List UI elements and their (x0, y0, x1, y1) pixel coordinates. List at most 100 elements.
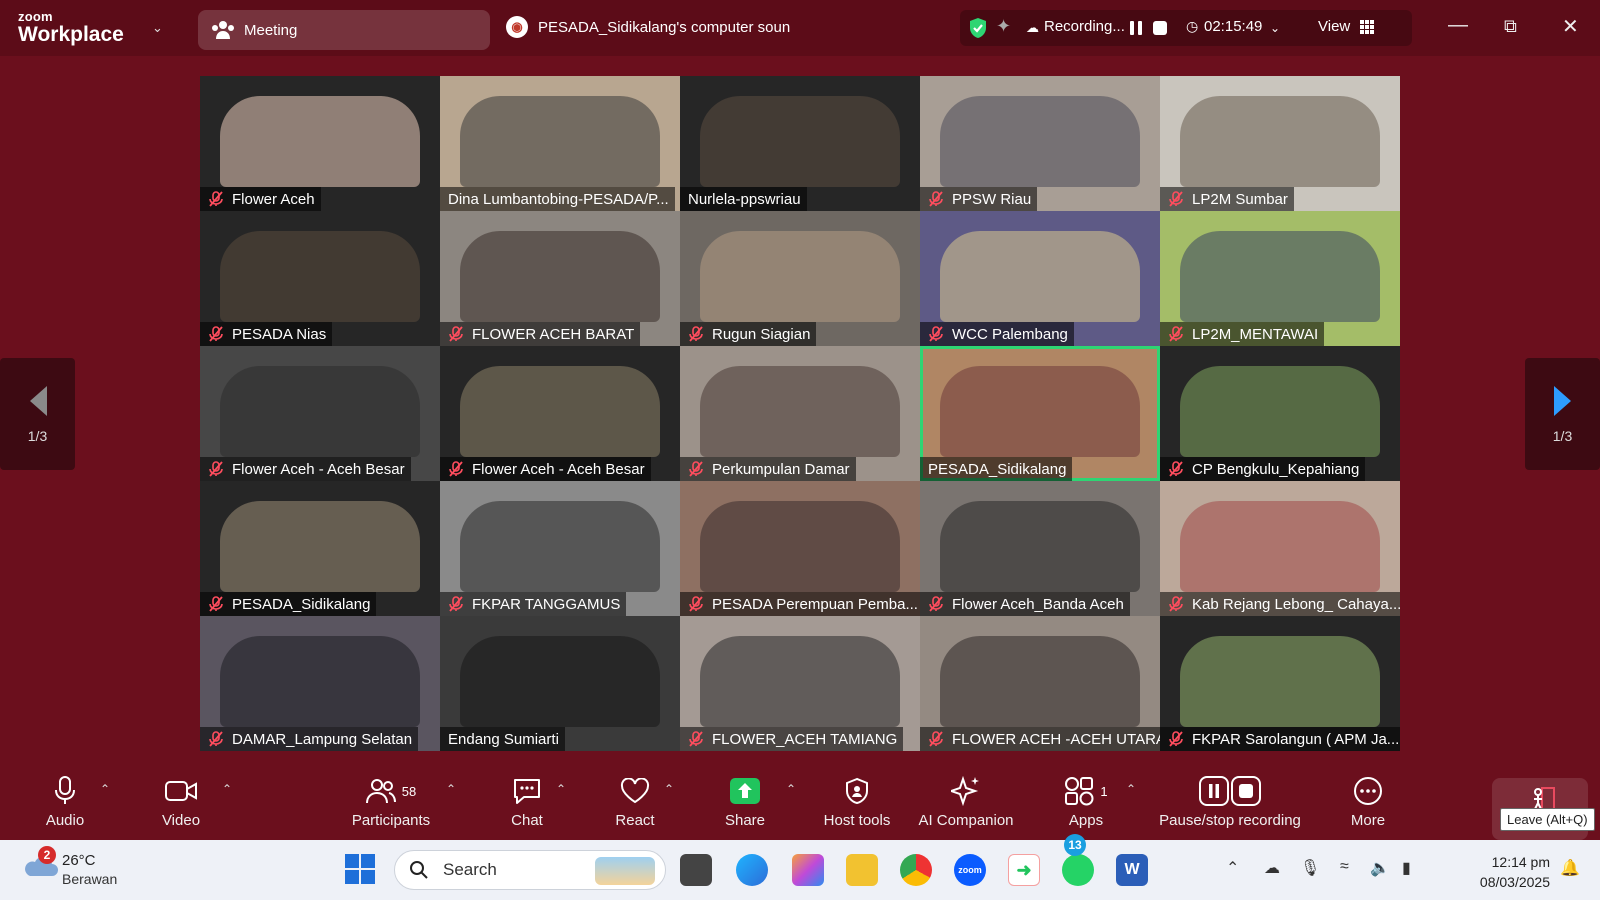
participant-video-tile[interactable]: DAMAR_Lampung Selatan (200, 616, 440, 751)
apps-button[interactable]: 1 Apps (1031, 774, 1141, 829)
arrow-right-icon (1553, 386, 1571, 416)
participant-video-tile[interactable]: Flower Aceh - Aceh Besar (200, 346, 440, 481)
participant-video-tile[interactable]: FKPAR TANGGAMUS (440, 481, 680, 616)
video-feed (460, 501, 660, 592)
grid-view-icon[interactable] (1360, 20, 1374, 34)
battery-icon[interactable]: ▮ (1402, 858, 1411, 878)
muted-microphone-icon (209, 461, 223, 477)
taskbar-search[interactable]: Search (394, 850, 666, 890)
screen-share-indicator[interactable]: ◉ PESADA_Sidikalang's computer soun (506, 16, 790, 38)
participant-video-tile[interactable]: Endang Sumiarti (440, 616, 680, 751)
participant-name-label: CP Bengkulu_Kepahiang (1160, 457, 1366, 481)
participant-video-tile[interactable]: Flower Aceh - Aceh Besar (440, 346, 680, 481)
participant-video-tile[interactable]: LP2M_MENTAWAI (1160, 211, 1400, 346)
video-feed (460, 366, 660, 457)
muted-microphone-icon (209, 326, 223, 342)
video-gallery: Flower Aceh Dina Lumbantobing-PESADA/P...… (200, 76, 1400, 751)
onedrive-cloud-icon[interactable]: ☁ (1264, 858, 1280, 878)
pause-recording-icon[interactable] (1128, 20, 1144, 36)
participant-video-tile[interactable]: FLOWER ACEH BARAT (440, 211, 680, 346)
host-tools-button[interactable]: Host tools (802, 774, 912, 829)
leave-tooltip: Leave (Alt+Q) (1500, 808, 1595, 831)
next-page-button[interactable]: 1/3 (1525, 358, 1600, 470)
zoom-share-taskbar-icon[interactable]: ➜ (1008, 854, 1040, 886)
chevron-down-icon[interactable]: ⌄ (152, 20, 163, 36)
video-options-chevron-icon[interactable]: ⌃ (222, 782, 232, 796)
audio-options-chevron-icon[interactable]: ⌃ (100, 782, 110, 796)
whatsapp-icon[interactable] (1062, 854, 1094, 886)
participant-name: Flower Aceh (232, 190, 315, 208)
participant-video-tile[interactable]: PPSW Riau (920, 76, 1160, 211)
restore-icon[interactable]: ⧉ (1504, 16, 1517, 37)
search-icon (410, 861, 428, 879)
participant-video-tile[interactable]: Flower Aceh (200, 76, 440, 211)
participant-video-tile[interactable]: FKPAR Sarolangun ( APM Ja... (1160, 616, 1400, 751)
notifications-bell-icon[interactable]: 🔔 (1560, 858, 1580, 878)
video-feed (940, 501, 1140, 592)
muted-microphone-icon (449, 596, 463, 612)
more-dots-icon (1354, 777, 1382, 805)
shield-check-icon[interactable] (968, 17, 988, 39)
word-icon[interactable]: W (1116, 854, 1148, 886)
meeting-timer: 02:15:49 (1204, 18, 1263, 35)
participant-video-tile[interactable]: Flower Aceh_Banda Aceh (920, 481, 1160, 616)
video-feed (1180, 501, 1380, 592)
wifi-icon[interactable]: ≈ (1340, 858, 1349, 876)
video-feed (700, 231, 900, 322)
participant-video-tile[interactable]: Dina Lumbantobing-PESADA/P... (440, 76, 680, 211)
zoom-taskbar-icon[interactable]: zoom (954, 854, 986, 886)
participant-name: PESADA Nias (232, 325, 327, 343)
muted-microphone-icon (1169, 326, 1183, 342)
meeting-tab[interactable]: Meeting (198, 10, 490, 50)
weather-widget[interactable]: 2 26°C Berawan (22, 846, 117, 887)
sparkle-icon[interactable]: ✦ (996, 16, 1011, 37)
share-button[interactable]: Share (690, 774, 800, 829)
show-hidden-icons-chevron-icon[interactable]: ⌃ (1226, 858, 1239, 878)
muted-microphone-icon (689, 596, 703, 612)
copilot-icon[interactable] (792, 854, 824, 886)
system-clock[interactable]: 12:14 pm 08/03/2025 (1464, 852, 1550, 892)
participant-video-tile[interactable]: Nurlela-ppswriau (680, 76, 920, 211)
video-button[interactable]: Video (126, 774, 236, 829)
participant-video-tile[interactable]: FLOWER ACEH -ACEH UTARA (920, 616, 1160, 751)
view-button[interactable]: View (1318, 18, 1350, 35)
participant-video-tile[interactable]: PESADA_Sidikalang (920, 346, 1160, 481)
participant-video-tile[interactable]: CP Bengkulu_Kepahiang (1160, 346, 1400, 481)
microphone-tray-icon[interactable]: 🎙 (1300, 858, 1320, 878)
edge-browser-icon[interactable] (736, 854, 768, 886)
participants-chevron-icon[interactable]: ⌃ (446, 782, 456, 796)
close-icon[interactable]: ✕ (1562, 14, 1579, 39)
page-indicator-right: 1/3 (1552, 428, 1573, 444)
ai-companion-button[interactable]: AI Companion (911, 774, 1021, 829)
participant-video-tile[interactable]: Perkumpulan Damar (680, 346, 920, 481)
participant-video-tile[interactable]: FLOWER_ACEH TAMIANG (680, 616, 920, 751)
participant-name: PESADA_Sidikalang (928, 460, 1067, 478)
share-chevron-icon[interactable]: ⌃ (786, 782, 796, 796)
participant-name-label: DAMAR_Lampung Selatan (200, 727, 419, 751)
participant-video-tile[interactable]: PESADA Nias (200, 211, 440, 346)
participant-name: Endang Sumiarti (448, 730, 559, 748)
minimize-icon[interactable]: — (1448, 14, 1468, 37)
participant-video-tile[interactable]: PESADA Perempuan Pemba... (680, 481, 920, 616)
stop-recording-icon[interactable] (1152, 20, 1168, 36)
apps-chevron-icon[interactable]: ⌃ (1126, 782, 1136, 796)
participant-video-tile[interactable]: Rugun Siagian (680, 211, 920, 346)
participant-video-tile[interactable]: LP2M Sumbar (1160, 76, 1400, 211)
file-explorer-icon[interactable] (846, 854, 878, 886)
chrome-icon[interactable] (900, 854, 932, 886)
timer-chevron-icon[interactable]: ⌄ (1270, 21, 1280, 35)
speaker-muted-icon[interactable]: 🔈 (1370, 858, 1390, 878)
react-chevron-icon[interactable]: ⌃ (664, 782, 674, 796)
task-view-icon[interactable] (680, 854, 712, 886)
previous-page-button[interactable]: 1/3 (0, 358, 75, 470)
windows-start-icon[interactable] (345, 854, 375, 884)
participants-button[interactable]: 58 Participants (336, 774, 446, 829)
more-button[interactable]: More (1313, 774, 1423, 829)
chat-chevron-icon[interactable]: ⌃ (556, 782, 566, 796)
participant-video-tile[interactable]: WCC Palembang (920, 211, 1160, 346)
participant-name-label: PESADA Nias (200, 322, 333, 346)
participant-video-tile[interactable]: PESADA_Sidikalang (200, 481, 440, 616)
participant-video-tile[interactable]: Kab Rejang Lebong_ Cahaya... (1160, 481, 1400, 616)
pause-stop-recording-button[interactable]: Pause/stop recording (1159, 774, 1301, 829)
heart-icon (620, 778, 650, 804)
